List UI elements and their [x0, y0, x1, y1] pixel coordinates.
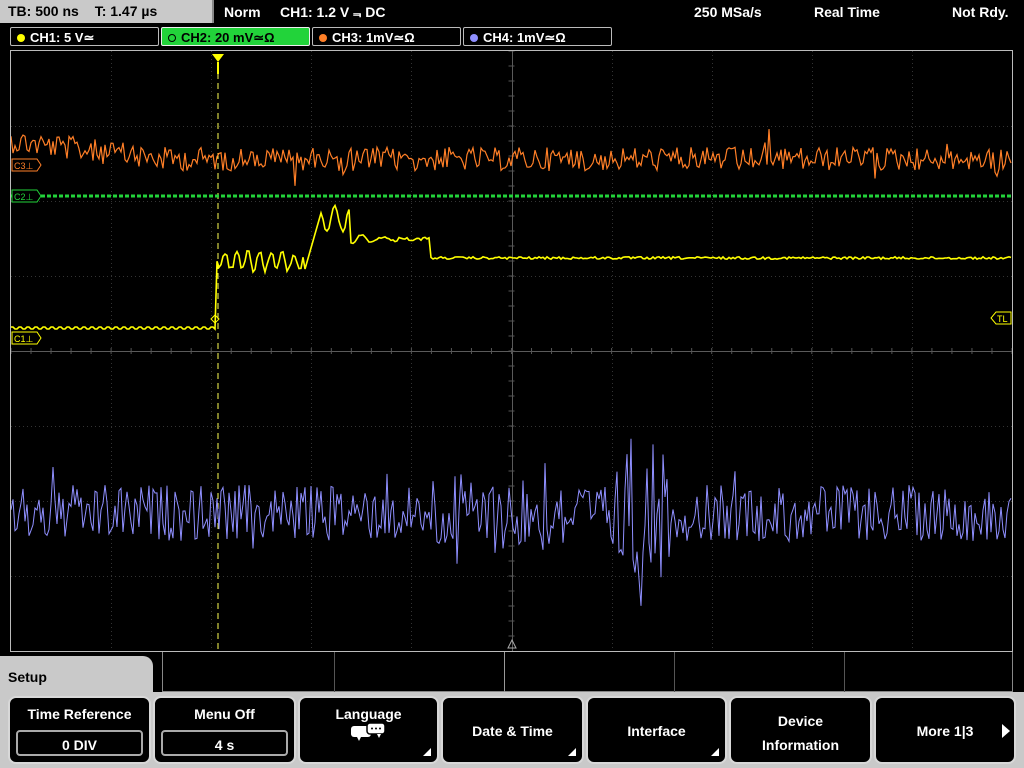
- timebase-readout: TB: 500 ns: [8, 3, 79, 19]
- ch2-label: CH2: 20 mV≃Ω: [181, 30, 275, 45]
- timebase-box[interactable]: TB: 500 ns T: 1.47 µs: [0, 0, 214, 23]
- status-bar: TB: 500 ns T: 1.47 µs Norm CH1: 1.2 V ⫬ …: [0, 0, 1024, 24]
- channel-tab-ch3[interactable]: CH3: 1mV≃Ω: [312, 27, 461, 46]
- more-label: More 1|3: [916, 723, 974, 739]
- menu-off-label: Menu Off: [194, 706, 255, 722]
- submenu-corner-icon: [711, 748, 719, 756]
- submenu-corner-icon: [423, 748, 431, 756]
- c3-ground-marker: C3⊥: [11, 158, 42, 172]
- time-reference-softkey[interactable]: Time Reference 0 DIV: [8, 696, 151, 764]
- c2-ground-marker: C2⊥: [11, 189, 42, 203]
- trigger-info: CH1: 1.2 V ⫬ DC: [280, 4, 386, 20]
- ch1-label: CH1: 5 V≃: [30, 30, 95, 45]
- zoom-grid-strip: [162, 652, 1013, 692]
- c1-ground-marker: C1⊥: [11, 331, 42, 345]
- right-arrow-icon: [1002, 724, 1010, 738]
- time-reference-value: 0 DIV: [16, 730, 143, 756]
- trigger-time-readout: T: 1.47 µs: [94, 3, 158, 19]
- language-label: Language: [335, 706, 402, 722]
- ch3-label: CH3: 1mV≃Ω: [332, 30, 415, 45]
- ch1-trace: [11, 203, 1012, 331]
- svg-text:C2⊥: C2⊥: [14, 192, 34, 202]
- acquisition-mode: Norm: [224, 4, 261, 20]
- sample-rate: 250 MSa/s: [694, 4, 762, 20]
- trigger-status: Not Rdy.: [952, 4, 1009, 20]
- channel-tab-ch2[interactable]: CH2: 20 mV≃Ω: [161, 27, 310, 46]
- date-time-softkey[interactable]: Date & Time: [441, 696, 584, 764]
- waveform-canvas: C3⊥ C2⊥ C1⊥ TL: [11, 51, 1012, 651]
- device-information-label-2: Information: [762, 737, 839, 753]
- svg-text:C3⊥: C3⊥: [14, 161, 34, 171]
- menu-off-softkey[interactable]: Menu Off 4 s: [153, 696, 296, 764]
- speech-bubbles-icon: [300, 722, 437, 747]
- waveform-display[interactable]: C3⊥ C2⊥ C1⊥ TL: [10, 50, 1013, 652]
- interface-label: Interface: [627, 723, 686, 739]
- device-information-softkey[interactable]: Device Information: [729, 696, 872, 764]
- ch4-label: CH4: 1mV≃Ω: [483, 30, 566, 45]
- interface-softkey[interactable]: Interface: [586, 696, 727, 764]
- trigger-level-marker: TL: [990, 311, 1012, 325]
- graticule: [11, 51, 1012, 651]
- menu-off-value: 4 s: [161, 730, 288, 756]
- ch3-trace: [11, 129, 1012, 186]
- display-mode: Real Time: [814, 4, 880, 20]
- ch3-color-dot: [319, 34, 327, 42]
- submenu-corner-icon: [568, 748, 576, 756]
- ch1-color-dot: [17, 34, 25, 42]
- device-information-label: Device: [777, 713, 824, 729]
- channel-tab-ch1[interactable]: CH1: 5 V≃: [10, 27, 159, 46]
- language-softkey[interactable]: Language: [298, 696, 439, 764]
- ch4-trace: [11, 438, 1012, 606]
- trigger-marker-stem: [217, 62, 219, 74]
- more-softkey[interactable]: More 1|3: [874, 696, 1016, 764]
- svg-text:TL: TL: [997, 314, 1008, 324]
- time-reference-label: Time Reference: [27, 706, 132, 722]
- ch2-color-dot: [168, 34, 176, 42]
- channel-tab-ch4[interactable]: CH4: 1mV≃Ω: [463, 27, 612, 46]
- svg-text:C1⊥: C1⊥: [14, 334, 34, 344]
- trigger-position-marker: [212, 54, 224, 62]
- ch4-color-dot: [470, 34, 478, 42]
- date-time-label: Date & Time: [472, 723, 553, 739]
- menu-title: Setup: [0, 656, 153, 696]
